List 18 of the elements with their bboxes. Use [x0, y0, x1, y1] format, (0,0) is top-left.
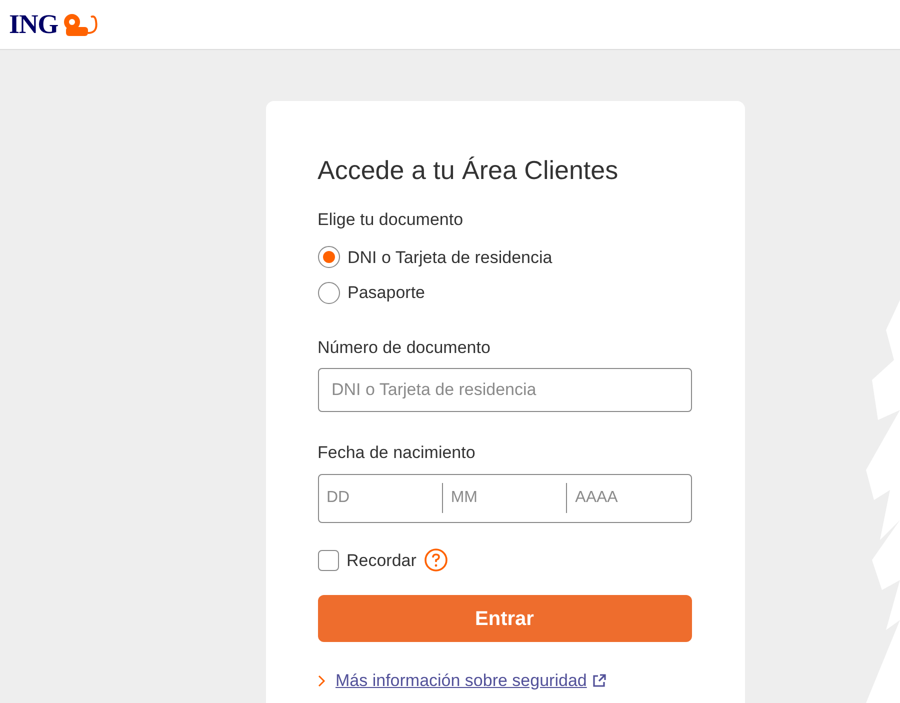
radio-button[interactable]	[318, 246, 340, 268]
document-number-field[interactable]: DNI o Tarjeta de residencia	[318, 368, 692, 412]
date-part-field[interactable]: MM	[442, 483, 566, 513]
radio-label[interactable]: DNI o Tarjeta de residencia	[348, 244, 552, 270]
external-link-icon[interactable]	[590, 672, 607, 689]
document-label: Elige tu documento	[318, 209, 464, 231]
help-icon[interactable]	[424, 548, 448, 572]
radio-button[interactable]	[318, 282, 340, 304]
security-link[interactable]: Más información sobre seguridad	[336, 668, 587, 694]
birth-label: Fecha de nacimiento	[318, 442, 476, 464]
number-label: Número de documento	[318, 336, 492, 358]
remember-checkbox[interactable]: Recordar	[318, 548, 416, 573]
date-part-field[interactable]: AAAA	[566, 483, 690, 513]
login-title: Accede a tu Área Clientes	[318, 154, 620, 187]
radio-label[interactable]: Pasaporte	[348, 280, 425, 306]
date-part-field[interactable]: DD	[318, 483, 442, 513]
logo-text: ING	[9, 11, 58, 38]
chevron-right-icon	[318, 674, 326, 687]
